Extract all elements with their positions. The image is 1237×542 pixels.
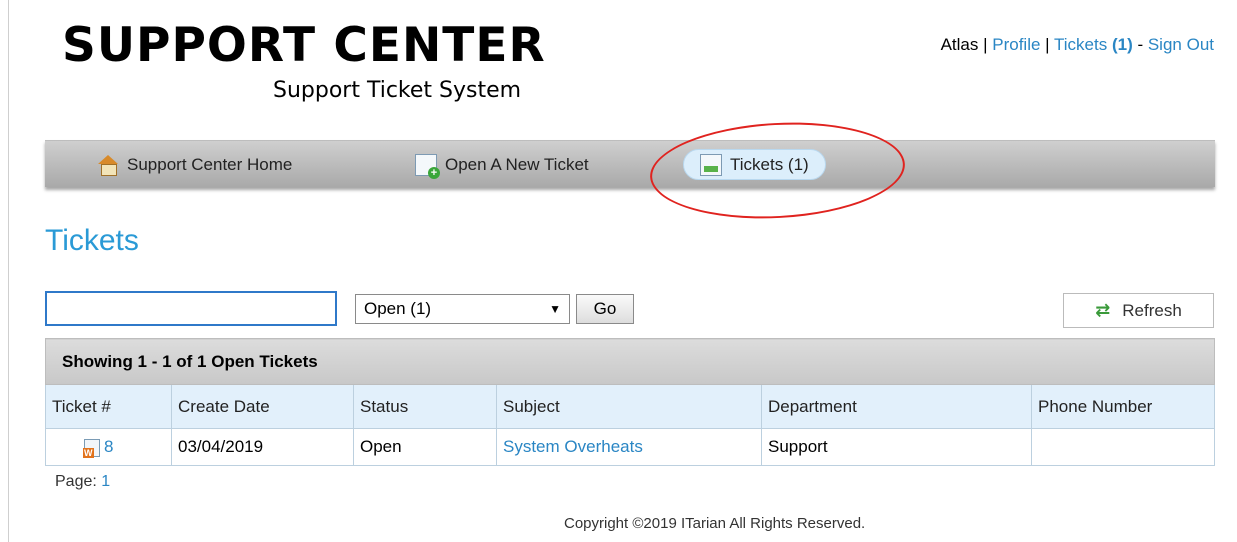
tickets-table: Showing 1 - 1 of 1 Open Tickets Ticket #… xyxy=(45,338,1215,466)
nav-support-center-home[interactable]: Support Center Home xyxy=(97,149,292,180)
main-nav-bar: Support Center Home Open A New Ticket Ti… xyxy=(45,140,1215,187)
profile-link[interactable]: Profile xyxy=(992,35,1040,54)
ticket-link[interactable]: 8 xyxy=(104,437,113,456)
column-header-ticket[interactable]: Ticket # xyxy=(45,384,172,429)
page-link-1[interactable]: 1 xyxy=(101,473,110,490)
status-filter-select[interactable]: Open (1) ▼ xyxy=(355,294,570,324)
cell-create-date: 03/04/2019 xyxy=(171,428,354,466)
site-logo-title: SUPPORT CENTER xyxy=(62,18,546,73)
refresh-icon: ⇄ xyxy=(1095,300,1111,320)
separator: | xyxy=(978,35,993,54)
separator: | xyxy=(1040,35,1054,54)
table-row: 8 03/04/2019 Open System Overheats Suppo… xyxy=(45,428,1215,466)
annotation-ellipse xyxy=(647,116,908,225)
page-title: Tickets xyxy=(45,224,139,257)
cell-department: Support xyxy=(761,428,1032,466)
cell-ticket-number: 8 xyxy=(45,428,172,466)
tickets-count: (1) xyxy=(1111,35,1133,54)
refresh-label: Refresh xyxy=(1122,300,1182,320)
user-nav: Atlas | Profile | Tickets (1) - Sign Out xyxy=(941,35,1214,55)
column-header-phone-number[interactable]: Phone Number xyxy=(1031,384,1215,429)
table-caption-row: Showing 1 - 1 of 1 Open Tickets xyxy=(45,338,1215,385)
search-input[interactable] xyxy=(45,291,337,326)
tickets-link-label: Tickets xyxy=(1054,35,1108,54)
sign-out-link[interactable]: Sign Out xyxy=(1148,35,1214,54)
dropdown-arrow-icon: ▼ xyxy=(549,302,561,316)
ticket-file-icon xyxy=(83,438,100,458)
refresh-button[interactable]: ⇄ Refresh xyxy=(1063,293,1214,328)
column-header-create-date[interactable]: Create Date xyxy=(171,384,354,429)
column-header-department[interactable]: Department xyxy=(761,384,1032,429)
cell-phone-number xyxy=(1031,428,1215,466)
tickets-link[interactable]: Tickets (1) xyxy=(1054,35,1133,54)
separator: - xyxy=(1132,35,1148,54)
username: Atlas xyxy=(940,35,979,54)
site-logo-subtitle: Support Ticket System xyxy=(273,78,522,103)
cell-status: Open xyxy=(353,428,497,466)
nav-item-label: Open A New Ticket xyxy=(445,154,589,174)
cell-subject: System Overheats xyxy=(496,428,762,466)
table-header-row: Ticket # Create Date Status Subject Depa… xyxy=(45,384,1215,429)
pager-label: Page: xyxy=(55,473,97,490)
footer-copyright: Copyright ©2019 ITarian All Rights Reser… xyxy=(564,515,866,532)
page-border xyxy=(8,0,9,542)
subject-link[interactable]: System Overheats xyxy=(503,437,643,456)
nav-item-label: Support Center Home xyxy=(127,154,293,174)
column-header-subject[interactable]: Subject xyxy=(496,384,762,429)
table-caption: Showing 1 - 1 of 1 Open Tickets xyxy=(45,338,1215,385)
new-ticket-icon xyxy=(415,153,440,179)
go-button[interactable]: Go xyxy=(576,294,634,324)
column-header-status[interactable]: Status xyxy=(353,384,497,429)
pagination: Page: 1 xyxy=(55,473,110,491)
home-icon xyxy=(97,154,119,176)
status-filter-value: Open (1) xyxy=(364,299,432,318)
nav-open-new-ticket[interactable]: Open A New Ticket xyxy=(415,149,589,180)
